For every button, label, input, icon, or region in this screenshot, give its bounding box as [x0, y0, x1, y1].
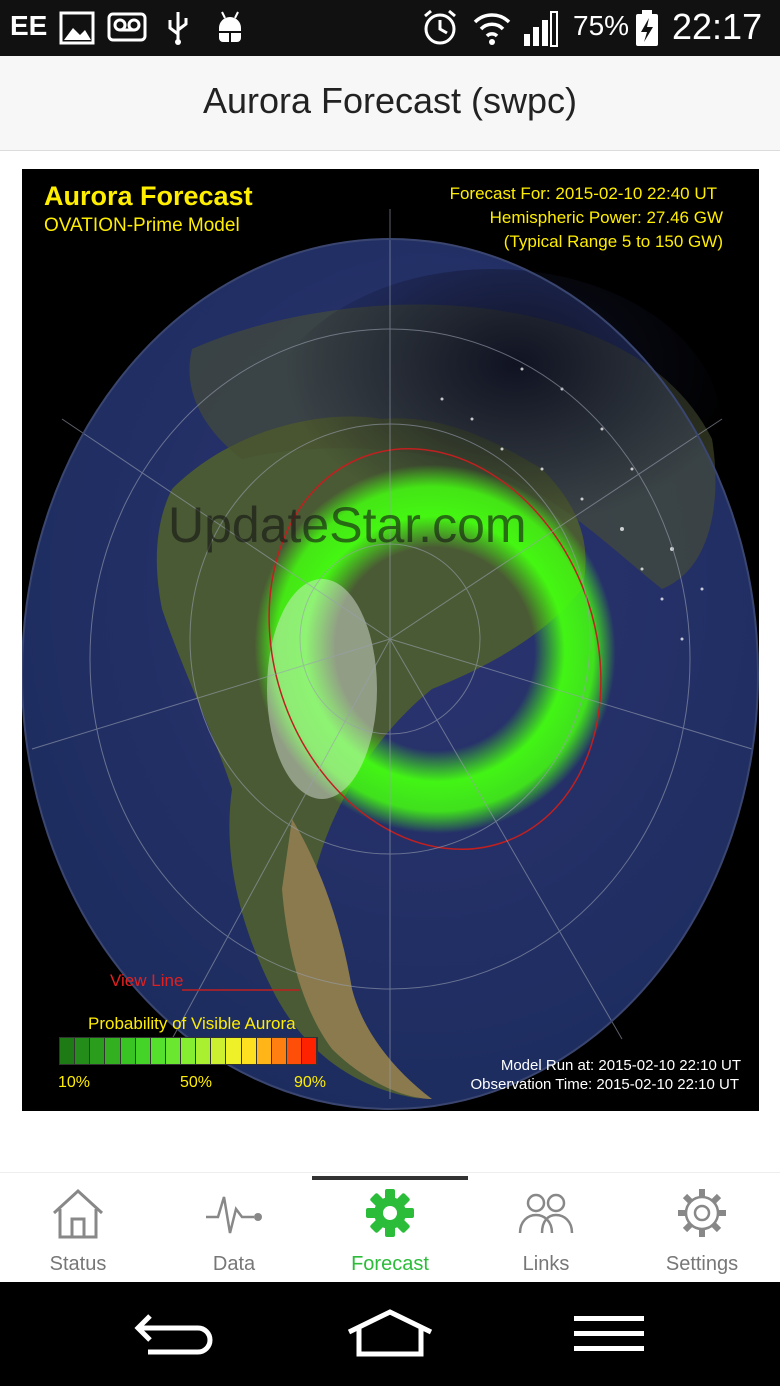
- typical-range: (Typical Range 5 to 150 GW): [503, 232, 723, 251]
- settings-gear-icon: [678, 1189, 726, 1237]
- home-icon[interactable]: [345, 1308, 435, 1360]
- bottom-tab-bar: Status Data Forecast Links Settings: [0, 1172, 780, 1283]
- colorbar-segment: [226, 1038, 242, 1064]
- tab-settings[interactable]: Settings: [624, 1173, 780, 1283]
- hemispheric-power: Hemispheric Power: 27.46 GW: [489, 208, 723, 227]
- carrier-label: EE: [10, 10, 48, 41]
- probability-title: Probability of Visible Aurora: [88, 1014, 296, 1033]
- menu-icon[interactable]: [564, 1308, 654, 1360]
- forecast-for: Forecast For: 2015-02-10 22:40 UT: [449, 184, 717, 203]
- view-line-label: View Line: [110, 971, 184, 990]
- back-icon[interactable]: [128, 1308, 218, 1360]
- people-icon: [518, 1193, 574, 1234]
- colorbar-segment: [120, 1038, 136, 1064]
- tab-label: Forecast: [351, 1253, 429, 1275]
- system-nav-bar: [0, 1282, 780, 1386]
- gear-icon: [366, 1189, 414, 1237]
- voicemail-icon: [107, 12, 147, 42]
- tab-data[interactable]: Data: [156, 1173, 312, 1283]
- colorbar-segment: [60, 1038, 76, 1064]
- tab-label: Links: [522, 1253, 570, 1275]
- colorbar-segment: [196, 1038, 212, 1064]
- battery-percent: 75%: [573, 10, 630, 41]
- active-tab-indicator: [312, 1176, 468, 1180]
- alarm-icon: [424, 9, 456, 45]
- app-bar: Aurora Forecast (swpc): [0, 56, 780, 151]
- aurora-forecast-map[interactable]: Aurora Forecast OVATION-Prime Model Fore…: [22, 169, 759, 1111]
- colorbar-segment: [105, 1038, 121, 1064]
- colorbar-segment: [181, 1038, 197, 1064]
- map-title: Aurora Forecast: [44, 181, 253, 211]
- observation-time: Observation Time: 2015-02-10 22:10 UT: [470, 1076, 739, 1093]
- probability-colorbar: [59, 1037, 318, 1065]
- colorbar-segment: [165, 1038, 181, 1064]
- colorbar-segment: [150, 1038, 166, 1064]
- tab-forecast[interactable]: Forecast: [312, 1173, 468, 1283]
- wifi-icon: [473, 13, 511, 45]
- colorbar-segment: [286, 1038, 302, 1064]
- colorbar-segment: [75, 1038, 91, 1064]
- colorbar-segment: [271, 1038, 287, 1064]
- model-run-time: Model Run at: 2015-02-10 22:10 UT: [500, 1057, 741, 1074]
- android-debug-icon: [219, 11, 241, 42]
- tab-label: Status: [49, 1253, 107, 1275]
- scale-label-mid: 50%: [180, 1074, 213, 1091]
- scale-label-low: 10%: [58, 1074, 91, 1091]
- colorbar-segment: [135, 1038, 151, 1064]
- house-icon: [52, 1188, 104, 1239]
- battery-charging-icon: [636, 10, 658, 46]
- tab-links[interactable]: Links: [468, 1173, 624, 1283]
- signal-icon: [524, 11, 558, 47]
- globe-graphic: [22, 209, 759, 1110]
- watermark: UpdateStar.com: [168, 497, 527, 553]
- status-bar: EE 75% 22:17: [0, 0, 780, 56]
- tab-label: Data: [212, 1253, 256, 1275]
- image-icon: [59, 11, 95, 45]
- scale-label-high: 90%: [294, 1074, 327, 1091]
- clock-time: 22:17: [672, 6, 763, 47]
- colorbar-segment: [256, 1038, 272, 1064]
- colorbar-segment: [90, 1038, 106, 1064]
- usb-icon: [168, 12, 188, 45]
- map-model: OVATION-Prime Model: [44, 215, 240, 236]
- pulse-icon: [206, 1196, 262, 1234]
- colorbar-segment: [211, 1038, 227, 1064]
- colorbar-segment: [302, 1038, 318, 1064]
- tab-status[interactable]: Status: [0, 1173, 156, 1283]
- tab-label: Settings: [665, 1253, 739, 1275]
- colorbar-segment: [241, 1038, 257, 1064]
- page-title: Aurora Forecast (swpc): [202, 80, 578, 121]
